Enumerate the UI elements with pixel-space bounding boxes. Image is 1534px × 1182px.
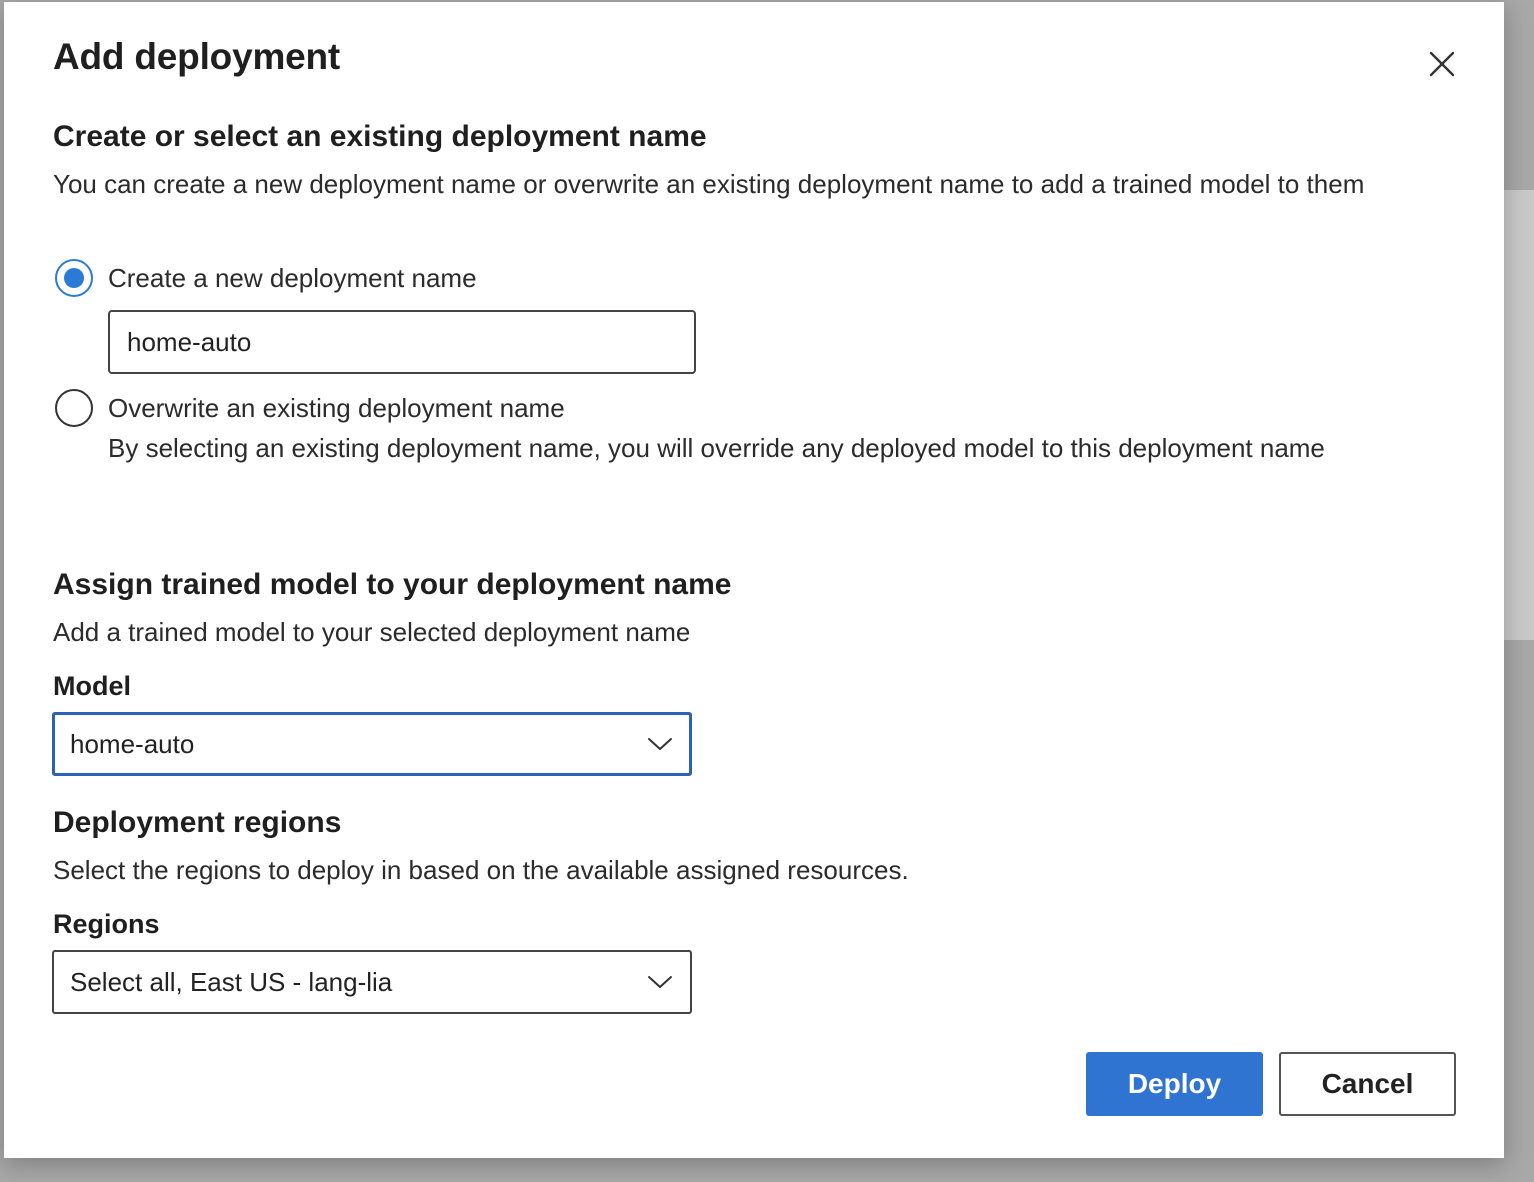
radio-create-new-indicator[interactable] (55, 259, 93, 297)
deployment-regions-description: Select the regions to deploy in based on… (53, 855, 909, 885)
assign-model-description: Add a trained model to your selected dep… (53, 617, 691, 647)
close-icon (1429, 51, 1455, 77)
overwrite-description: By selecting an existing deployment name… (108, 433, 1325, 463)
deployment-name-heading: Create or select an existing deployment … (53, 120, 707, 153)
radio-create-new-label: Create a new deployment name (108, 262, 477, 293)
chevron-down-icon (646, 968, 674, 996)
deploy-button[interactable]: Deploy (1086, 1052, 1263, 1116)
regions-label: Regions (53, 909, 160, 939)
chevron-down-icon (646, 730, 674, 758)
background-panel (1504, 190, 1534, 640)
deployment-name-input[interactable] (108, 310, 696, 374)
close-button[interactable] (1422, 44, 1462, 84)
model-dropdown[interactable]: home-auto (52, 712, 692, 776)
radio-selected-dot (64, 268, 84, 288)
cancel-button[interactable]: Cancel (1279, 1052, 1456, 1116)
add-deployment-dialog: Add deployment Create or select an exist… (4, 2, 1504, 1158)
radio-overwrite-label: Overwrite an existing deployment name (108, 392, 565, 423)
regions-dropdown[interactable]: Select all, East US - lang-lia (52, 950, 692, 1014)
deployment-regions-heading: Deployment regions (53, 806, 342, 839)
deployment-name-description: You can create a new deployment name or … (53, 169, 1365, 199)
radio-create-new[interactable]: Create a new deployment name (55, 259, 477, 297)
regions-dropdown-value: Select all, East US - lang-lia (70, 966, 393, 997)
radio-overwrite-existing[interactable]: Overwrite an existing deployment name (55, 389, 565, 427)
dialog-title: Add deployment (53, 36, 341, 77)
model-dropdown-value: home-auto (70, 728, 195, 759)
model-label: Model (53, 671, 131, 701)
assign-model-heading: Assign trained model to your deployment … (53, 568, 732, 601)
radio-overwrite-indicator[interactable] (55, 389, 93, 427)
